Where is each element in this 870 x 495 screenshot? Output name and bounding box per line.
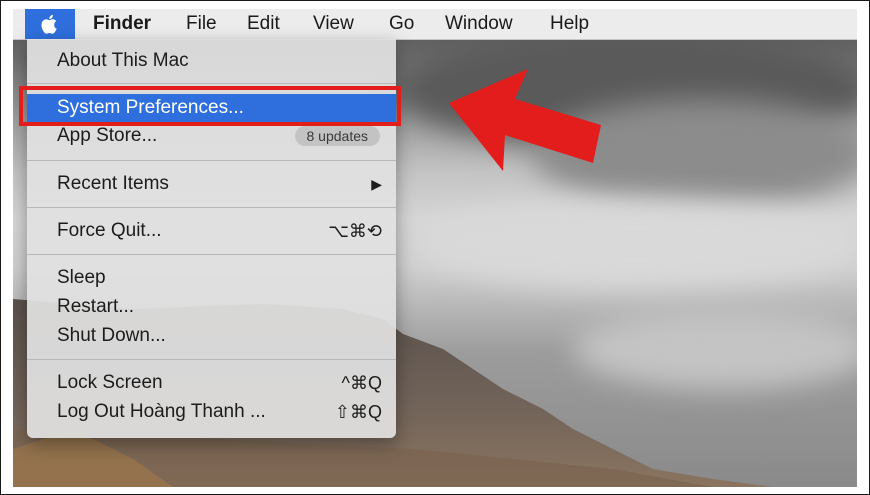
menu-separator — [27, 83, 396, 84]
menu-item-label: App Store... — [57, 125, 158, 146]
menu-separator — [27, 207, 396, 208]
desktop-wallpaper: Finder File Edit View Go Window Help Abo… — [13, 9, 857, 487]
menubar-help[interactable]: Help — [550, 9, 589, 39]
lock-screen-shortcut: ^⌘Q — [341, 373, 382, 393]
menu-item-label: Restart... — [57, 296, 135, 317]
screenshot-frame: Finder File Edit View Go Window Help Abo… — [0, 0, 870, 495]
menubar-file[interactable]: File — [186, 9, 217, 39]
menu-item-app-store[interactable]: App Store... 8 updates — [27, 122, 396, 150]
menu-item-force-quit[interactable]: Force Quit... ⌥⌘⟲ — [27, 217, 396, 245]
menu-item-label: Lock Screen — [57, 372, 163, 393]
updates-badge: 8 updates — [294, 126, 380, 146]
menu-item-recent-items[interactable]: Recent Items ▶ — [27, 170, 396, 198]
menu-item-sleep[interactable]: Sleep — [27, 264, 396, 292]
menu-item-lock-screen[interactable]: Lock Screen ^⌘Q — [27, 369, 396, 397]
menu-separator — [27, 359, 396, 360]
apple-menu-button[interactable] — [25, 9, 75, 39]
menu-item-log-out[interactable]: Log Out Hoàng Thanh ... ⇧⌘Q — [27, 398, 396, 426]
menubar-finder[interactable]: Finder — [93, 9, 151, 39]
menu-separator — [27, 160, 396, 161]
menubar-view[interactable]: View — [313, 9, 354, 39]
menubar-edit[interactable]: Edit — [247, 9, 280, 39]
log-out-shortcut: ⇧⌘Q — [334, 402, 382, 422]
menubar-go[interactable]: Go — [389, 9, 414, 39]
menu-item-label: Log Out Hoàng Thanh ... — [57, 401, 266, 422]
menu-item-restart[interactable]: Restart... — [27, 293, 396, 321]
menu-item-label: Force Quit... — [57, 220, 162, 241]
menu-separator — [27, 254, 396, 255]
menu-item-label: Sleep — [57, 267, 106, 288]
menu-bar: Finder File Edit View Go Window Help — [13, 9, 857, 40]
menu-item-about[interactable]: About This Mac — [27, 47, 396, 75]
submenu-arrow-icon: ▶ — [371, 176, 382, 192]
menu-item-shut-down[interactable]: Shut Down... — [27, 322, 396, 350]
force-quit-shortcut: ⌥⌘⟲ — [328, 221, 382, 241]
menu-item-label: Shut Down... — [57, 325, 166, 346]
menubar-window[interactable]: Window — [445, 9, 513, 39]
red-arrow-icon — [449, 69, 601, 171]
highlight-box — [19, 86, 401, 126]
menu-item-label: Recent Items — [57, 173, 169, 194]
apple-icon — [41, 14, 57, 34]
menu-item-label: About This Mac — [57, 50, 189, 71]
